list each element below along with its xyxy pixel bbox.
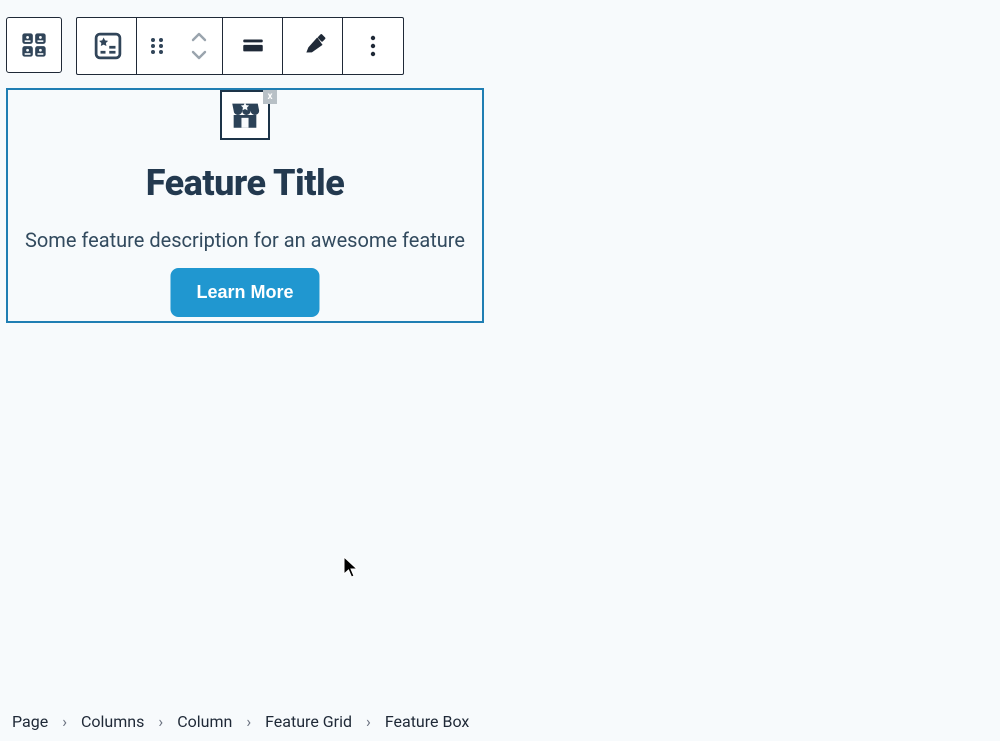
breadcrumb-item[interactable]: Page [12,712,48,731]
block-inserter-button[interactable] [6,17,62,73]
chevron-down-icon [191,50,207,60]
mouse-cursor-icon [343,556,361,580]
learn-more-label: Learn More [196,282,293,302]
remove-icon-button[interactable]: x [263,90,277,104]
more-options-button[interactable] [343,18,403,74]
drag-icon [149,36,165,56]
breadcrumb-item[interactable]: Feature Box [385,712,470,731]
close-icon: x [267,90,272,104]
more-vertical-icon [370,35,376,57]
grid-icon [20,31,48,59]
align-icon [240,33,266,59]
breadcrumb-item[interactable]: Columns [81,712,144,731]
block-mover [137,18,223,74]
feature-title[interactable]: Feature Title [8,162,482,204]
move-down-button[interactable] [191,50,207,60]
styles-button[interactable] [283,18,343,74]
feature-box-block[interactable]: x Feature Title Some feature description… [6,88,484,323]
breadcrumb-item[interactable]: Column [177,712,232,731]
align-button[interactable] [223,18,283,74]
chevron-up-icon [191,32,207,42]
block-toolbar [76,17,404,75]
drag-handle[interactable] [137,36,177,56]
feature-box-block-icon [93,31,123,61]
chevron-right-icon: › [158,712,163,731]
breadcrumb: Page › Columns › Column › Feature Grid ›… [12,705,469,737]
block-type-button[interactable] [77,18,137,74]
learn-more-button[interactable]: Learn More [170,268,319,317]
move-up-button[interactable] [191,32,207,42]
chevron-right-icon: › [366,712,371,731]
feature-description[interactable]: Some feature description for an awesome … [8,228,482,252]
chevron-right-icon: › [62,712,67,731]
store-icon [228,98,262,132]
brush-icon [300,33,326,59]
breadcrumb-item[interactable]: Feature Grid [265,712,352,731]
chevron-right-icon: › [246,712,251,731]
